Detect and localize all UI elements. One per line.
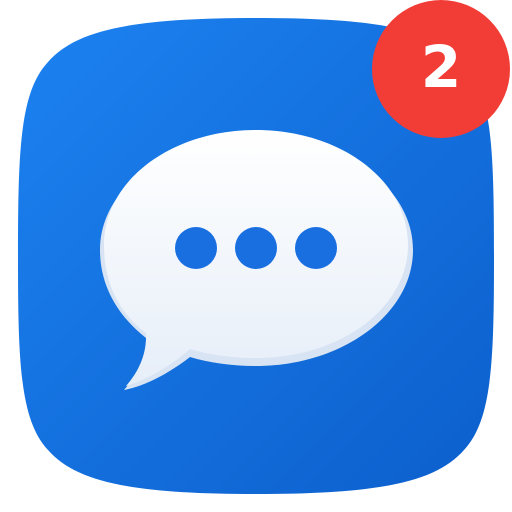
notification-count: 2 xyxy=(420,33,462,101)
app-icon-stage: 2 xyxy=(0,0,512,512)
ellipsis-dot-2 xyxy=(235,227,277,269)
notification-badge: 2 xyxy=(372,0,510,138)
ellipsis-dot-3 xyxy=(295,227,337,269)
ellipsis-dot-1 xyxy=(175,227,217,269)
